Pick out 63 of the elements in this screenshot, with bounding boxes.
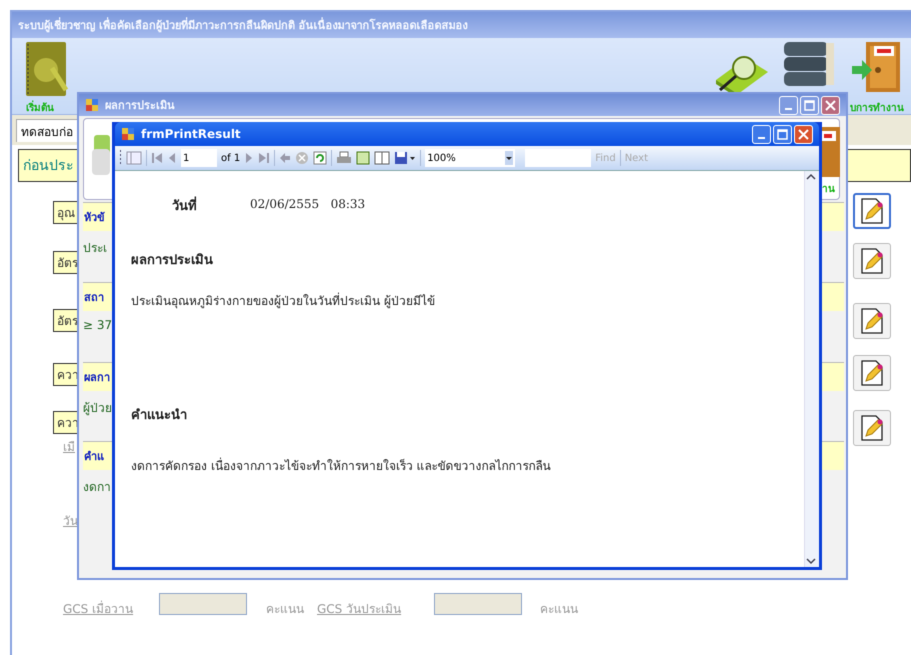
window-title: ผลการประเมิน	[105, 98, 175, 114]
report-heading: ผลการประเมิน	[131, 252, 213, 270]
unit-label: คะแนน	[540, 601, 578, 618]
edit-button[interactable]	[853, 355, 891, 391]
section-text: ≥ 37	[83, 318, 114, 332]
unit-label: คะแนน	[266, 601, 304, 618]
page-count: of 1	[221, 152, 240, 164]
toolbar-label[interactable]: บการทำงาน	[850, 100, 904, 115]
save-icon[interactable]	[394, 151, 416, 165]
document-map-icon[interactable]	[126, 151, 142, 165]
report-heading: คำแนะนำ	[131, 407, 187, 425]
first-page-icon[interactable]	[151, 152, 163, 164]
edit-button[interactable]	[853, 410, 891, 446]
find-link[interactable]: Find	[595, 152, 616, 164]
window-icon	[121, 127, 135, 141]
minimize-icon	[758, 136, 765, 138]
minimize-icon	[785, 108, 792, 110]
gcs-link[interactable]: GCS วันประเมิน	[317, 599, 402, 618]
back-icon[interactable]	[279, 152, 292, 164]
zoom-dropdown[interactable]: 100%	[425, 149, 516, 167]
close-icon	[825, 100, 836, 110]
section-text: งดกา	[83, 479, 112, 496]
minimize-button[interactable]	[752, 124, 771, 144]
window-title: ระบบผู้เชี่ยวชาญ เพื่อคัดเลือกผู้ป่วยที่มีภาวะการกลืนผิดปกติ อันเนื่องมาจากโรคหลอดเลือดสมอง	[18, 16, 468, 34]
score-field[interactable]	[434, 593, 522, 615]
close-icon	[798, 128, 809, 140]
window-icon	[85, 98, 99, 112]
maximize-icon	[777, 128, 788, 140]
maximize-button[interactable]	[800, 96, 819, 114]
search-field[interactable]	[525, 149, 592, 167]
next-page-icon[interactable]	[244, 152, 254, 164]
minimize-button[interactable]	[779, 96, 798, 114]
previous-page-icon[interactable]	[167, 152, 177, 164]
maximize-icon	[804, 100, 815, 110]
page-field[interactable]: 1	[181, 149, 217, 167]
score-field[interactable]	[159, 593, 247, 615]
edit-button[interactable]	[853, 193, 891, 229]
toolbar-label[interactable]: เริ่มต้น	[26, 100, 54, 115]
tab[interactable]: ทดสอบก่อ	[16, 119, 78, 142]
edit-button[interactable]	[853, 303, 891, 339]
edit-button[interactable]	[853, 243, 891, 279]
date-value: 02/06/2555 08:33	[250, 197, 366, 211]
section-text: ประเ	[83, 240, 108, 257]
date-label: วันที่	[172, 195, 197, 216]
close-button[interactable]	[821, 96, 840, 114]
maximize-button[interactable]	[773, 124, 792, 144]
page-setup-icon[interactable]	[374, 151, 390, 165]
field-label: อุณ	[53, 201, 79, 224]
last-page-icon[interactable]	[258, 152, 270, 164]
close-button[interactable]	[794, 124, 813, 144]
exit-door-icon[interactable]	[850, 40, 902, 94]
link[interactable]: เมื	[63, 437, 75, 456]
next-link[interactable]: Next	[624, 152, 648, 164]
window-title: frmPrintResult	[141, 127, 241, 141]
page-layout-icon[interactable]	[356, 151, 370, 165]
toolbar-label[interactable]: าน	[822, 181, 835, 196]
gcs-link[interactable]: GCS เมื่อวาน	[63, 599, 134, 618]
grip-icon	[119, 150, 122, 166]
scrollbar[interactable]	[804, 171, 819, 567]
report-text: ประเมินอุณหภูมิร่างกายของผู้ป่วยในวันที่ประเมิน ผู้ป่วยมีไข้	[131, 292, 435, 310]
refresh-icon[interactable]	[313, 151, 328, 165]
section-header: ก่อนประ	[18, 149, 80, 182]
printer-icon[interactable]	[336, 151, 352, 165]
